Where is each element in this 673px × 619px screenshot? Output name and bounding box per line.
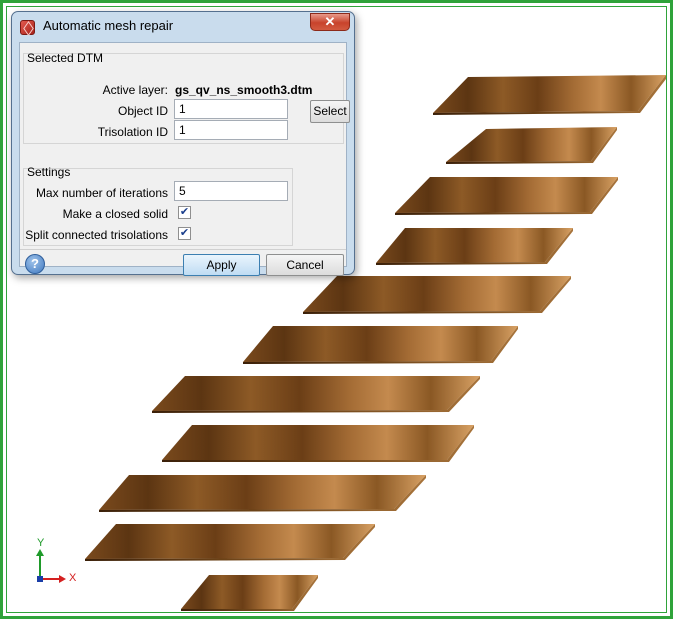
mesh-slice: [433, 75, 666, 113]
active-layer-value: gs_qv_ns_smooth3.dtm: [175, 83, 313, 97]
trisolation-id-input[interactable]: 1: [174, 120, 288, 140]
axis-origin: [37, 576, 43, 582]
closed-solid-label: Make a closed solid: [62, 207, 168, 221]
mesh-slice: [243, 326, 518, 362]
split-trisolations-checkbox[interactable]: ✔: [178, 227, 191, 240]
dialog-title: Automatic mesh repair: [43, 18, 174, 33]
settings-label: Settings: [27, 165, 71, 179]
help-icon[interactable]: ?: [25, 254, 45, 274]
mesh-slice: [303, 276, 571, 312]
active-layer-label: Active layer:: [102, 83, 168, 97]
max-iterations-label: Max number of iterations: [35, 186, 168, 200]
mesh-slice: [446, 127, 617, 162]
footer-separator: [20, 249, 346, 250]
trisolation-id-label: Trisolation ID: [97, 125, 168, 139]
mesh-slice: [152, 376, 480, 411]
mesh-slice: [395, 177, 618, 213]
object-id-input[interactable]: 1: [174, 99, 288, 119]
y-axis-label: Y: [37, 537, 45, 549]
split-trisolations-label: Split connected trisolations: [25, 228, 168, 242]
y-axis-arrow: [36, 549, 44, 556]
mesh-slice: [99, 475, 426, 510]
object-id-label: Object ID: [117, 104, 168, 118]
select-button[interactable]: Select: [310, 100, 350, 123]
closed-solid-checkbox[interactable]: ✔: [178, 206, 191, 219]
app-icon: [20, 20, 35, 35]
mesh-slice: [85, 524, 375, 559]
cancel-button[interactable]: Cancel: [266, 254, 344, 276]
axis-triad: [36, 549, 66, 583]
dialog-body: Selected DTM Active layer: gs_qv_ns_smoo…: [19, 42, 350, 267]
apply-button[interactable]: Apply: [183, 254, 260, 276]
mesh-slice: [162, 425, 474, 460]
x-axis-label: X: [69, 572, 77, 584]
close-button[interactable]: ✕: [310, 13, 350, 31]
dialog-titlebar[interactable]: Automatic mesh repair ✕: [12, 12, 354, 42]
max-iterations-input[interactable]: 5: [174, 181, 288, 201]
mesh-repair-dialog: Automatic mesh repair ✕ Selected DTM Act…: [11, 11, 355, 276]
mesh-slice: [376, 228, 573, 263]
x-axis-arrow: [59, 575, 66, 583]
selected-dtm-label: Selected DTM: [27, 51, 104, 65]
